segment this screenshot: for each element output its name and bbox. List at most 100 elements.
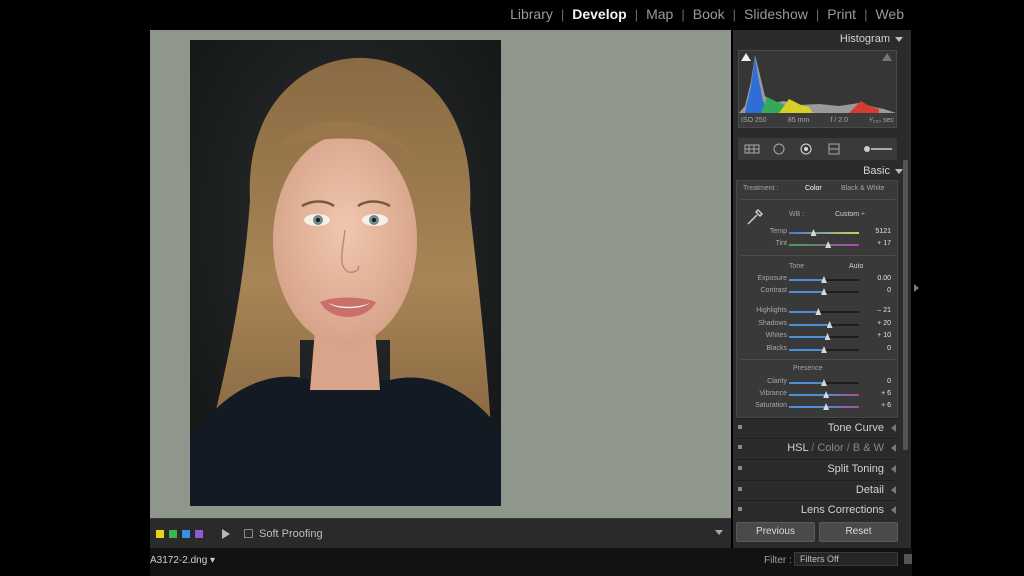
bw-tab[interactable]: B & W: [853, 442, 884, 454]
exposure-fill: [789, 279, 824, 281]
treatment-bw-button[interactable]: Black & White: [841, 185, 885, 192]
saturation-slider[interactable]: Saturation + 6: [737, 401, 899, 413]
lens-corrections-title: Lens Corrections: [800, 504, 884, 516]
shadows-track[interactable]: [789, 321, 859, 328]
module-web[interactable]: Web: [867, 6, 912, 22]
saturation-track[interactable]: [789, 403, 859, 410]
tint-value[interactable]: + 17: [877, 240, 891, 247]
whites-value[interactable]: + 10: [877, 332, 891, 339]
expand-icon: [891, 424, 896, 432]
blacks-value[interactable]: 0: [887, 345, 891, 352]
hsl-panel-header[interactable]: HSL / Color / B & W: [736, 438, 898, 456]
right-panel: Histogram ISO 250 85 mm f / 2.0 ¹⁄₂₅₀ se…: [733, 30, 911, 548]
vibrance-slider[interactable]: Vibrance + 6: [737, 389, 899, 401]
spot-removal-icon[interactable]: [770, 143, 788, 155]
contrast-slider[interactable]: Contrast 0: [737, 286, 899, 298]
purple-label-swatch[interactable]: [195, 529, 203, 538]
highlights-track[interactable]: [789, 308, 859, 315]
hsl-title: HSL / Color / B & W: [787, 442, 884, 454]
module-map[interactable]: Map: [638, 6, 681, 22]
filename-label[interactable]: A3172-2.dng ▾: [150, 555, 215, 566]
panel-toggle-icon[interactable]: [738, 445, 742, 449]
hsl-tab[interactable]: HSL: [787, 442, 808, 454]
adjustment-brush-icon[interactable]: [852, 143, 893, 155]
exposure-value[interactable]: 0.00: [877, 275, 891, 282]
yellow-label-swatch[interactable]: [156, 529, 164, 538]
highlights-slider[interactable]: Highlights – 21: [737, 306, 899, 318]
split-toning-title: Split Toning: [827, 463, 884, 475]
wb-select[interactable]: Custom ÷: [835, 211, 865, 218]
filter-select[interactable]: Filters Off: [794, 552, 898, 566]
contrast-track[interactable]: [789, 288, 859, 295]
crop-grid-icon[interactable]: [743, 143, 761, 155]
graduated-filter-icon[interactable]: [825, 143, 843, 155]
panel-toggle-icon[interactable]: [738, 466, 742, 470]
clarity-value[interactable]: 0: [887, 378, 891, 385]
tint-slider[interactable]: Tint + 17: [737, 239, 899, 251]
tint-track[interactable]: [789, 241, 859, 248]
tone-curve-title: Tone Curve: [827, 422, 884, 434]
temp-value[interactable]: 5121: [875, 228, 891, 235]
vibrance-track[interactable]: [789, 391, 859, 398]
panel-toggle-icon[interactable]: [738, 425, 742, 429]
lens-corrections-panel-header[interactable]: Lens Corrections: [736, 500, 898, 518]
whites-slider[interactable]: Whites + 10: [737, 331, 899, 343]
temp-label: Temp: [769, 228, 787, 235]
module-book[interactable]: Book: [685, 6, 733, 22]
detail-panel-header[interactable]: Detail: [736, 480, 898, 498]
panel-toggle-icon[interactable]: [738, 507, 742, 511]
vibrance-label: Vibrance: [759, 390, 787, 397]
exposure-slider[interactable]: Exposure 0.00: [737, 274, 899, 286]
saturation-label: Saturation: [755, 402, 787, 409]
saturation-value[interactable]: + 6: [881, 402, 891, 409]
toolbar-chevron-down-icon[interactable]: [715, 530, 723, 535]
temp-track[interactable]: [789, 229, 859, 236]
module-slideshow[interactable]: Slideshow: [736, 6, 816, 22]
basic-header[interactable]: Basic: [863, 165, 903, 177]
play-icon[interactable]: [222, 528, 230, 539]
portrait-image: [190, 40, 501, 506]
green-label-swatch[interactable]: [169, 529, 177, 538]
histogram[interactable]: ISO 250 85 mm f / 2.0 ¹⁄₂₅₀ sec: [738, 50, 897, 128]
clarity-track[interactable]: [789, 379, 859, 386]
exposure-track[interactable]: [789, 276, 859, 283]
split-toning-panel-header[interactable]: Split Toning: [736, 459, 898, 477]
filmstrip-toggle[interactable]: [904, 554, 912, 564]
red-eye-icon[interactable]: [797, 143, 815, 155]
wb-eyedropper-icon[interactable]: [745, 207, 765, 227]
panel-scrollbar[interactable]: [903, 160, 908, 450]
soft-proofing-checkbox[interactable]: [244, 529, 253, 538]
whites-label: Whites: [765, 332, 787, 339]
module-library[interactable]: Library: [502, 6, 561, 22]
reset-button[interactable]: Reset: [819, 522, 898, 542]
whites-track[interactable]: [789, 333, 859, 340]
vibrance-value[interactable]: + 6: [881, 390, 891, 397]
treatment-color-button[interactable]: Color: [805, 185, 822, 192]
highlights-value[interactable]: – 21: [877, 307, 891, 314]
right-panel-toggle-icon[interactable]: [914, 284, 919, 292]
previous-button[interactable]: Previous: [736, 522, 815, 542]
clarity-slider[interactable]: Clarity 0: [737, 377, 899, 389]
histogram-header[interactable]: Histogram: [840, 33, 903, 45]
module-develop[interactable]: Develop: [564, 6, 634, 22]
auto-tone-button[interactable]: Auto: [849, 263, 863, 270]
blacks-slider[interactable]: Blacks 0: [737, 344, 899, 356]
blacks-track[interactable]: [789, 346, 859, 353]
shutter-speed: ¹⁄₂₅₀ sec: [869, 117, 894, 124]
portrait-photo[interactable]: [190, 40, 501, 506]
blue-label-swatch[interactable]: [182, 529, 190, 538]
presence-label: Presence: [793, 365, 823, 372]
highlights-label: Highlights: [756, 307, 787, 314]
module-print[interactable]: Print: [819, 6, 864, 22]
temp-slider[interactable]: Temp 5121: [737, 227, 899, 239]
color-tab[interactable]: Color: [817, 442, 843, 454]
basic-panel: Treatment : Color Black & White WB : Cus…: [736, 180, 898, 418]
contrast-value[interactable]: 0: [887, 287, 891, 294]
tone-curve-panel-header[interactable]: Tone Curve: [736, 418, 898, 436]
panel-toggle-icon[interactable]: [738, 487, 742, 491]
wb-label: WB :: [789, 211, 805, 218]
shadows-value[interactable]: + 20: [877, 320, 891, 327]
image-viewer[interactable]: [150, 30, 731, 518]
shadows-slider[interactable]: Shadows + 20: [737, 319, 899, 331]
exif-info: ISO 250 85 mm f / 2.0 ¹⁄₂₅₀ sec: [741, 117, 894, 124]
